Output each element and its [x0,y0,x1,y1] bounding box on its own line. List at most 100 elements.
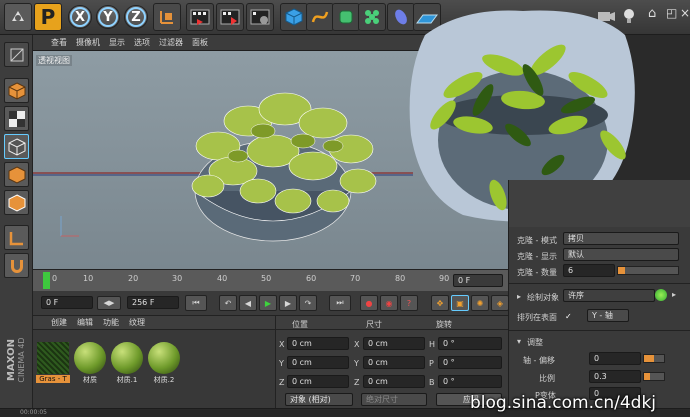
material-ball [74,342,106,374]
attributes-top-area [509,180,690,227]
spline-icon[interactable] [306,3,334,31]
surface-axis-select[interactable]: Y - 轴 [587,309,629,322]
material-swatch[interactable]: 材质 [73,340,107,386]
make-editable-icon[interactable] [4,42,29,67]
grass-texture-thumbnail [37,342,69,374]
render-view-icon[interactable] [216,3,244,31]
scale-field[interactable]: 0.3 [589,370,641,383]
move-key-button[interactable]: ✥ [431,295,449,311]
size-mode-select[interactable]: 绝对尺寸 [361,393,427,406]
prev-frame-button[interactable]: ◀ [239,295,257,311]
clone-display-select[interactable]: 默认 [563,248,679,261]
material-ball [148,342,180,374]
collapse-arrow-icon[interactable]: ▾ [517,337,521,346]
cloner-icon[interactable] [358,3,386,31]
scale-key-button[interactable]: ▣ [451,295,469,311]
expand-arrow-icon[interactable]: ▸ [517,292,521,301]
fullscreen-icon[interactable]: ◰ [666,6,677,20]
clone-count-field[interactable]: 6 [563,264,615,277]
position-z-field[interactable]: 0 cm [287,375,349,388]
object-mode-icon[interactable] [4,134,29,159]
workplane-icon[interactable] [4,225,29,250]
model-mode-icon[interactable] [4,78,29,103]
undo-icon[interactable] [4,3,32,31]
size-y-field[interactable]: 0 cm [363,356,425,369]
size-x-field[interactable]: 0 cm [363,337,425,350]
material-menu-texture[interactable]: 纹理 [129,317,145,328]
play-button[interactable]: ▶ [259,295,277,311]
points-mode-icon[interactable] [4,162,29,187]
draw-object-field[interactable]: 许序 [563,289,655,302]
y-axis-button[interactable]: Y [96,5,120,29]
z-axis-button[interactable]: Z [124,5,148,29]
render-settings-icon[interactable] [246,3,274,31]
axis-offset-field[interactable]: 0 [589,352,641,365]
viewport-menu-view[interactable]: 查看 [51,37,67,48]
viewport-menu-options[interactable]: 选项 [134,37,150,48]
playhead[interactable] [43,272,50,289]
material-menu-create[interactable]: 创建 [51,317,67,328]
tick-label: 30 [172,274,183,283]
material-swatch[interactable]: 材质.2 [147,340,181,386]
viewport-menu-panel[interactable]: 面板 [192,37,208,48]
record-button[interactable]: ● [360,295,378,311]
keyframe-selection-button[interactable]: ? [400,295,418,311]
snap-magnet-icon[interactable] [4,253,29,278]
left-palette: MAXON CINEMA 4D [0,35,33,408]
slider-fill [618,267,626,274]
rotation-b-field[interactable]: 0 ° [438,375,502,388]
rotate-key-button[interactable]: ✺ [471,295,489,311]
next-frame-button[interactable]: ▶ [279,295,297,311]
position-y-field[interactable]: 0 cm [287,356,349,369]
x-axis-button[interactable]: X [68,5,92,29]
scale-label: 比例 [539,374,555,383]
material-menu-edit[interactable]: 编辑 [77,317,93,328]
scale-slider[interactable] [643,372,665,381]
material-swatch[interactable]: 材质.1 [110,340,144,386]
link-arrow-icon[interactable]: ▸ [672,290,676,299]
axis-offset-label: 轴 - 偏移 [523,356,555,365]
move-icon: ✥ [436,298,444,308]
surface-checkbox[interactable]: ✓ [565,312,572,321]
current-frame-field[interactable]: 0 F [453,274,503,287]
size-z-field[interactable]: 0 cm [363,375,425,388]
rotation-h-field[interactable]: 0 ° [438,337,502,350]
go-to-start-button[interactable]: ⏮ [185,295,207,311]
logo-p: P [40,5,56,29]
go-to-end-button[interactable]: ⏭ [329,295,351,311]
end-frame-field[interactable]: 256 F [127,296,179,309]
material-swatch[interactable]: Gras - T [36,340,70,386]
live-select-icon[interactable]: P [34,3,62,31]
edges-mode-icon[interactable] [4,190,29,215]
tick-label: 40 [217,274,228,283]
rotation-p-field[interactable]: 0 ° [438,356,502,369]
timeline-ruler[interactable]: 0 10 20 30 40 50 60 70 80 90 0 F [33,269,508,291]
surface-label: 排列在表面 [517,313,557,322]
coordinate-mode-select[interactable]: 对象 (相对) [285,393,353,406]
close-icon[interactable]: × [680,6,690,20]
tick-label: 0 [52,274,58,283]
viewport-menu-display[interactable]: 显示 [109,37,125,48]
home-icon[interactable]: ⌂ [648,6,656,21]
cube-icon[interactable] [280,3,308,31]
coordinate-system-icon[interactable] [153,3,181,31]
object-link-icon[interactable] [655,289,667,301]
autokey-button[interactable]: ◉ [380,295,398,311]
viewport-menu-filter[interactable]: 过滤器 [159,37,183,48]
nurbs-icon[interactable] [332,3,360,31]
render-region-icon[interactable] [186,3,214,31]
next-key-button[interactable]: ↷ [299,295,317,311]
clone-count-slider[interactable] [617,266,679,275]
start-frame-field[interactable]: 0 F [41,296,93,309]
texture-mode-icon[interactable] [4,106,29,131]
viewport-menu-camera[interactable]: 摄像机 [76,37,100,48]
prev-key-button[interactable]: ↶ [219,295,237,311]
position-x-field[interactable]: 0 cm [287,337,349,350]
axis-offset-slider[interactable] [643,354,665,363]
frame-stepper[interactable]: ◀▶ [97,296,121,310]
material-name: 材质.1 [116,376,138,384]
clone-mode-select[interactable]: 拷贝 [563,232,679,245]
param-key-button[interactable]: ◈ [491,295,509,311]
tick-label: 20 [128,274,139,283]
material-menu-function[interactable]: 功能 [103,317,119,328]
